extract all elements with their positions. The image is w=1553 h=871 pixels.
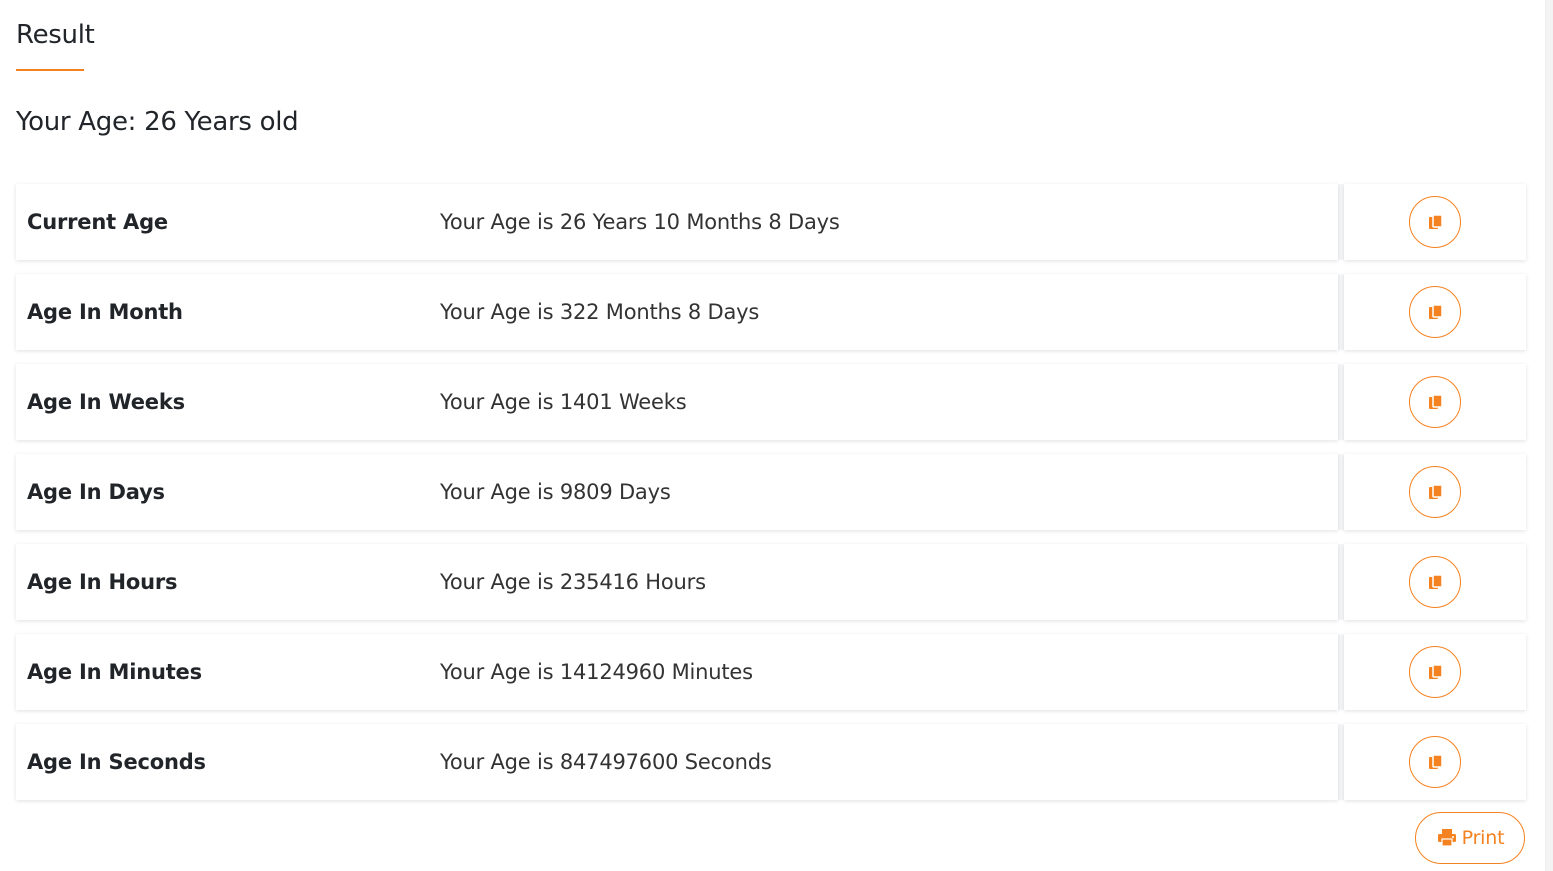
result-section: Result Your Age: 26 Years old Current Ag… <box>16 0 1526 864</box>
result-label: Age In Minutes <box>27 660 202 684</box>
result-row-content: Current Age Your Age is 26 Years 10 Mont… <box>16 184 1338 260</box>
copy-icon <box>1429 214 1443 229</box>
result-value: Your Age is 1401 Weeks <box>440 390 687 414</box>
result-value: Your Age is 26 Years 10 Months 8 Days <box>440 210 840 234</box>
result-row-content: Age In Seconds Your Age is 847497600 Sec… <box>16 724 1338 800</box>
result-label: Age In Seconds <box>27 750 206 774</box>
copy-icon <box>1429 574 1443 589</box>
result-label: Current Age <box>27 210 168 234</box>
copy-icon <box>1429 484 1443 499</box>
result-value: Your Age is 14124960 Minutes <box>440 660 753 684</box>
result-row-age-in-minutes: Age In Minutes Your Age is 14124960 Minu… <box>16 634 1526 710</box>
result-row-age-in-month: Age In Month Your Age is 322 Months 8 Da… <box>16 274 1526 350</box>
copy-button[interactable] <box>1409 196 1461 248</box>
result-value: Your Age is 847497600 Seconds <box>440 750 772 774</box>
printer-icon <box>1437 829 1456 847</box>
result-value: Your Age is 322 Months 8 Days <box>440 300 760 324</box>
result-action-cell <box>1344 634 1526 710</box>
copy-button[interactable] <box>1409 646 1461 698</box>
copy-button[interactable] <box>1409 466 1461 518</box>
print-button[interactable]: Print <box>1415 812 1525 864</box>
result-row-content: Age In Days Your Age is 9809 Days <box>16 454 1338 530</box>
result-row-content: Age In Month Your Age is 322 Months 8 Da… <box>16 274 1338 350</box>
copy-icon <box>1429 664 1443 679</box>
result-action-cell <box>1344 274 1526 350</box>
result-row-age-in-hours: Age In Hours Your Age is 235416 Hours <box>16 544 1526 620</box>
copy-icon <box>1429 754 1443 769</box>
result-action-cell <box>1344 544 1526 620</box>
page-scrollbar[interactable] <box>1545 0 1553 871</box>
copy-icon <box>1429 304 1443 319</box>
result-row-age-in-days: Age In Days Your Age is 9809 Days <box>16 454 1526 530</box>
result-label: Age In Days <box>27 480 165 504</box>
copy-button[interactable] <box>1409 286 1461 338</box>
age-summary: Your Age: 26 Years old <box>16 107 299 137</box>
result-action-cell <box>1344 724 1526 800</box>
copy-button[interactable] <box>1409 736 1461 788</box>
copy-button[interactable] <box>1409 556 1461 608</box>
result-heading: Result <box>16 20 95 50</box>
result-action-cell <box>1344 184 1526 260</box>
result-row-content: Age In Minutes Your Age is 14124960 Minu… <box>16 634 1338 710</box>
results-list: Current Age Your Age is 26 Years 10 Mont… <box>16 184 1526 814</box>
result-action-cell <box>1344 364 1526 440</box>
result-value: Your Age is 9809 Days <box>440 480 671 504</box>
result-label: Age In Month <box>27 300 183 324</box>
result-value: Your Age is 235416 Hours <box>440 570 706 594</box>
result-label: Age In Hours <box>27 570 178 594</box>
copy-button[interactable] <box>1409 376 1461 428</box>
result-row-content: Age In Hours Your Age is 235416 Hours <box>16 544 1338 620</box>
result-row-content: Age In Weeks Your Age is 1401 Weeks <box>16 364 1338 440</box>
result-row-age-in-weeks: Age In Weeks Your Age is 1401 Weeks <box>16 364 1526 440</box>
print-label: Print <box>1461 827 1505 849</box>
result-action-cell <box>1344 454 1526 530</box>
heading-underline <box>16 69 84 71</box>
result-row-current-age: Current Age Your Age is 26 Years 10 Mont… <box>16 184 1526 260</box>
result-row-age-in-seconds: Age In Seconds Your Age is 847497600 Sec… <box>16 724 1526 800</box>
copy-icon <box>1429 394 1443 409</box>
result-label: Age In Weeks <box>27 390 185 414</box>
